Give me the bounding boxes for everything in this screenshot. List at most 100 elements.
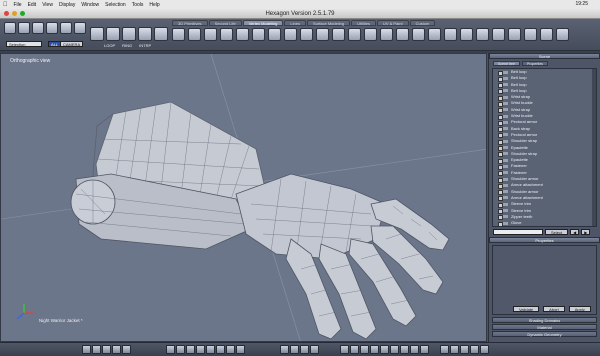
sphere-xray-icon[interactable] <box>400 345 409 354</box>
fold-icon[interactable] <box>364 28 377 41</box>
next-arrow-icon[interactable]: ▶ <box>581 229 591 235</box>
frame-icon[interactable] <box>310 345 319 354</box>
camera-button[interactable]: CAMERA <box>60 41 84 47</box>
camera-view-icon[interactable] <box>236 345 245 354</box>
grid-icon[interactable] <box>112 345 121 354</box>
select-arrow-icon[interactable] <box>4 22 16 34</box>
dynamic-geometry-section[interactable]: Dynamic Geometry <box>492 331 597 337</box>
light-icon[interactable] <box>206 345 215 354</box>
menu-selection[interactable]: Selection <box>105 2 126 8</box>
tab-uv-paint[interactable]: UV & Paint <box>376 20 409 26</box>
tab-vertex-modeling[interactable]: Vertex Modeling <box>242 20 284 26</box>
menu-view[interactable]: View <box>42 2 53 8</box>
paint-select-icon[interactable] <box>32 22 44 34</box>
flip-icon[interactable] <box>412 28 425 41</box>
pan-icon[interactable] <box>280 345 289 354</box>
camera-icon[interactable] <box>74 22 86 34</box>
render-icon[interactable] <box>176 345 185 354</box>
vertex-icon[interactable] <box>252 28 265 41</box>
sphere-flat-icon[interactable] <box>350 345 359 354</box>
menu-tools[interactable]: Tools <box>132 2 144 8</box>
scene-tree[interactable]: Belt loop Belt loop Belt loop Belt loop Wris… <box>492 68 597 227</box>
tesselate-icon[interactable] <box>300 28 313 41</box>
tab-surface-modeling[interactable]: Surface Modeling <box>306 20 351 26</box>
abort-button[interactable]: Abort <box>543 306 565 312</box>
rotate-icon[interactable] <box>290 345 299 354</box>
interpolate-icon[interactable] <box>138 27 152 41</box>
glove-mesh[interactable] <box>1 54 487 342</box>
minimize-icon[interactable] <box>12 11 17 16</box>
cage-icon[interactable] <box>524 28 537 41</box>
hole-icon[interactable] <box>396 28 409 41</box>
camera-user-icon[interactable] <box>480 345 489 354</box>
lasso-icon[interactable] <box>18 22 30 34</box>
tab-lines[interactable]: Lines <box>284 20 306 26</box>
cut-icon[interactable] <box>508 28 521 41</box>
dissolve-icon[interactable] <box>460 28 473 41</box>
weld-icon[interactable] <box>268 28 281 41</box>
single-view-icon[interactable] <box>82 345 91 354</box>
menu-edit[interactable]: Edit <box>28 2 37 8</box>
sphere-shadow-icon[interactable] <box>420 345 429 354</box>
tab-properties[interactable]: Properties <box>521 61 548 66</box>
select-button[interactable]: Select <box>545 229 569 235</box>
face-icon[interactable] <box>220 28 233 41</box>
sphere-bbox-icon[interactable] <box>390 345 399 354</box>
camera-top-icon[interactable] <box>460 345 469 354</box>
extrude-icon[interactable] <box>172 28 185 41</box>
box-icon[interactable] <box>154 27 168 41</box>
offset-icon[interactable] <box>556 28 569 41</box>
tab-custom[interactable]: Custom <box>409 20 436 26</box>
close-icon[interactable] <box>4 11 9 16</box>
properties-header[interactable]: Properties <box>489 237 600 243</box>
quad-view-icon[interactable] <box>102 345 111 354</box>
cube-tool-icon[interactable] <box>204 28 217 41</box>
ring-icon[interactable] <box>122 27 136 41</box>
sphere-textured-icon[interactable] <box>380 345 389 354</box>
prev-arrow-icon[interactable]: ◀ <box>570 229 580 235</box>
zoom-icon[interactable] <box>20 11 25 16</box>
sphere-wire-icon[interactable] <box>360 345 369 354</box>
wireframe-icon[interactable] <box>186 345 195 354</box>
loop-icon[interactable] <box>106 27 120 41</box>
magic-select-icon[interactable] <box>46 22 58 34</box>
split-view-icon[interactable] <box>92 345 101 354</box>
texture-icon[interactable] <box>196 345 205 354</box>
tab-second-life[interactable]: Second Life <box>208 20 242 26</box>
symmetry-icon[interactable] <box>444 28 457 41</box>
sphere-lit-icon[interactable] <box>410 345 419 354</box>
camera-front-icon[interactable] <box>440 345 449 354</box>
smooth-icon[interactable] <box>348 28 361 41</box>
connect-icon[interactable] <box>492 28 505 41</box>
camera-side-icon[interactable] <box>450 345 459 354</box>
sphere-smooth-icon[interactable] <box>370 345 379 354</box>
zoom-icon-nav[interactable] <box>300 345 309 354</box>
tab-3d-primitives[interactable]: 3D Primitives <box>172 20 208 26</box>
shading-domains-section[interactable]: Shading Domains <box>492 317 597 323</box>
slice-icon[interactable] <box>284 28 297 41</box>
tab-utilities[interactable]: Utilities <box>351 20 376 26</box>
sphere-select-icon[interactable] <box>60 22 72 34</box>
bevel-icon[interactable] <box>188 28 201 41</box>
material-section[interactable]: Material <box>492 324 597 330</box>
selection-dropdown[interactable]: Selection <box>6 41 42 47</box>
tree-item[interactable]: Hand mesh <box>493 226 596 227</box>
select-name-input[interactable] <box>493 229 543 235</box>
tab-scene-tree[interactable]: Scene tree <box>493 61 520 66</box>
shadow-icon[interactable] <box>216 345 225 354</box>
validate-button[interactable]: Validate <box>513 306 540 312</box>
apply-button[interactable]: Apply <box>568 306 591 312</box>
bridge-icon[interactable] <box>316 28 329 41</box>
menu-help[interactable]: Help <box>149 2 159 8</box>
3d-viewport[interactable]: Orthographic view Night Warrior Jacket * <box>0 53 487 342</box>
menu-file[interactable]: File <box>14 2 22 8</box>
cube-icon[interactable] <box>90 27 104 41</box>
merge-icon[interactable] <box>428 28 441 41</box>
split-icon[interactable] <box>476 28 489 41</box>
sphere-shade-icon[interactable] <box>340 345 349 354</box>
extrude-along-icon[interactable] <box>332 28 345 41</box>
apple-icon[interactable]:  <box>3 2 8 8</box>
camera-persp-icon[interactable] <box>470 345 479 354</box>
chamfer-icon[interactable] <box>540 28 553 41</box>
menu-display[interactable]: Display <box>59 2 75 8</box>
